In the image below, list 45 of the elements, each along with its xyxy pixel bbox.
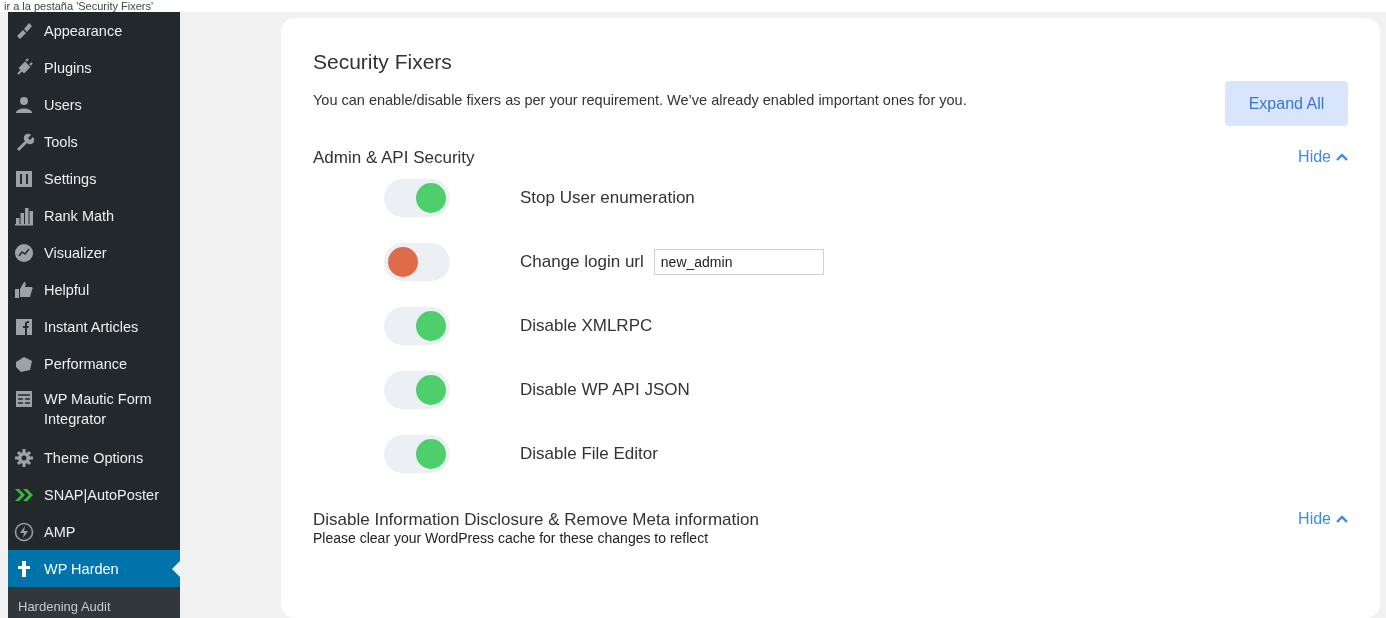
section-title: Disable Information Disclosure & Remove Meta information [313,510,759,530]
fixer-label: Disable XMLRPC [520,316,653,336]
sidebar-item[interactable]: Plugins [8,49,180,86]
sidebar-item[interactable]: Theme Options [8,439,180,476]
bolt-icon [14,521,34,542]
circle-chart-icon [14,242,34,263]
hide-link[interactable]: Hide [1298,510,1348,528]
sidebar-item[interactable]: Instant Articles [8,308,180,345]
menu-pointer [172,560,180,577]
hide-link[interactable]: Hide [1298,148,1348,166]
section-note: Please clear your WordPress cache for these changes to reflect [313,530,710,546]
fixer-label: Disable WP API JSON [520,380,690,400]
sidebar-item[interactable]: Appearance [8,12,180,49]
chart-icon [14,205,34,226]
toggle-switch[interactable] [384,435,450,473]
sidebar-item[interactable]: Performance [8,345,180,382]
gear-icon [14,447,34,468]
login-url-field[interactable]: new_admin [653,249,824,275]
panel-description: You can enable/disable fixers as per your requirement. We’ve already enabled important ones for you. [313,92,967,108]
sliders-icon [14,168,34,189]
table-icon [14,389,34,409]
sidebar-item[interactable]: WP Mautic Form Integrator [8,382,180,439]
toggle-switch[interactable] [384,243,450,281]
caption-text: ir a la pestaña 'Security Fixers' [3,0,155,12]
sidebar-item[interactable]: Helpful [8,271,180,308]
sidebar-item[interactable]: Rank Math [8,197,180,234]
fixer-label: Disable File Editor [520,444,658,464]
panel-title: Security Fixers [313,50,453,74]
fixer-label: Stop User enumeration [520,188,695,208]
toggle-switch[interactable] [384,179,450,217]
sidebar-item[interactable]: AMP [8,513,180,550]
square-letter-icon [14,316,34,337]
sidebar-item[interactable]: Tools [8,123,180,160]
toggle-switch[interactable] [384,307,450,345]
fixer-label: Change login url [520,252,644,272]
user-icon [14,94,34,115]
toggle-switch[interactable] [384,371,450,409]
sidebar-item[interactable]: Users [8,86,180,123]
expand-all-button[interactable]: Expand All [1225,81,1348,126]
sidebar-item[interactable]: Visualizer [8,234,180,271]
sidebar-item[interactable]: Settings [8,160,180,197]
sidebar-item[interactable]: WP Harden [8,550,180,587]
sidebar-item[interactable]: SNAP|AutoPoster [8,476,180,513]
section-title: Admin & API Security [313,148,475,168]
thumbs-up-icon [14,279,34,300]
